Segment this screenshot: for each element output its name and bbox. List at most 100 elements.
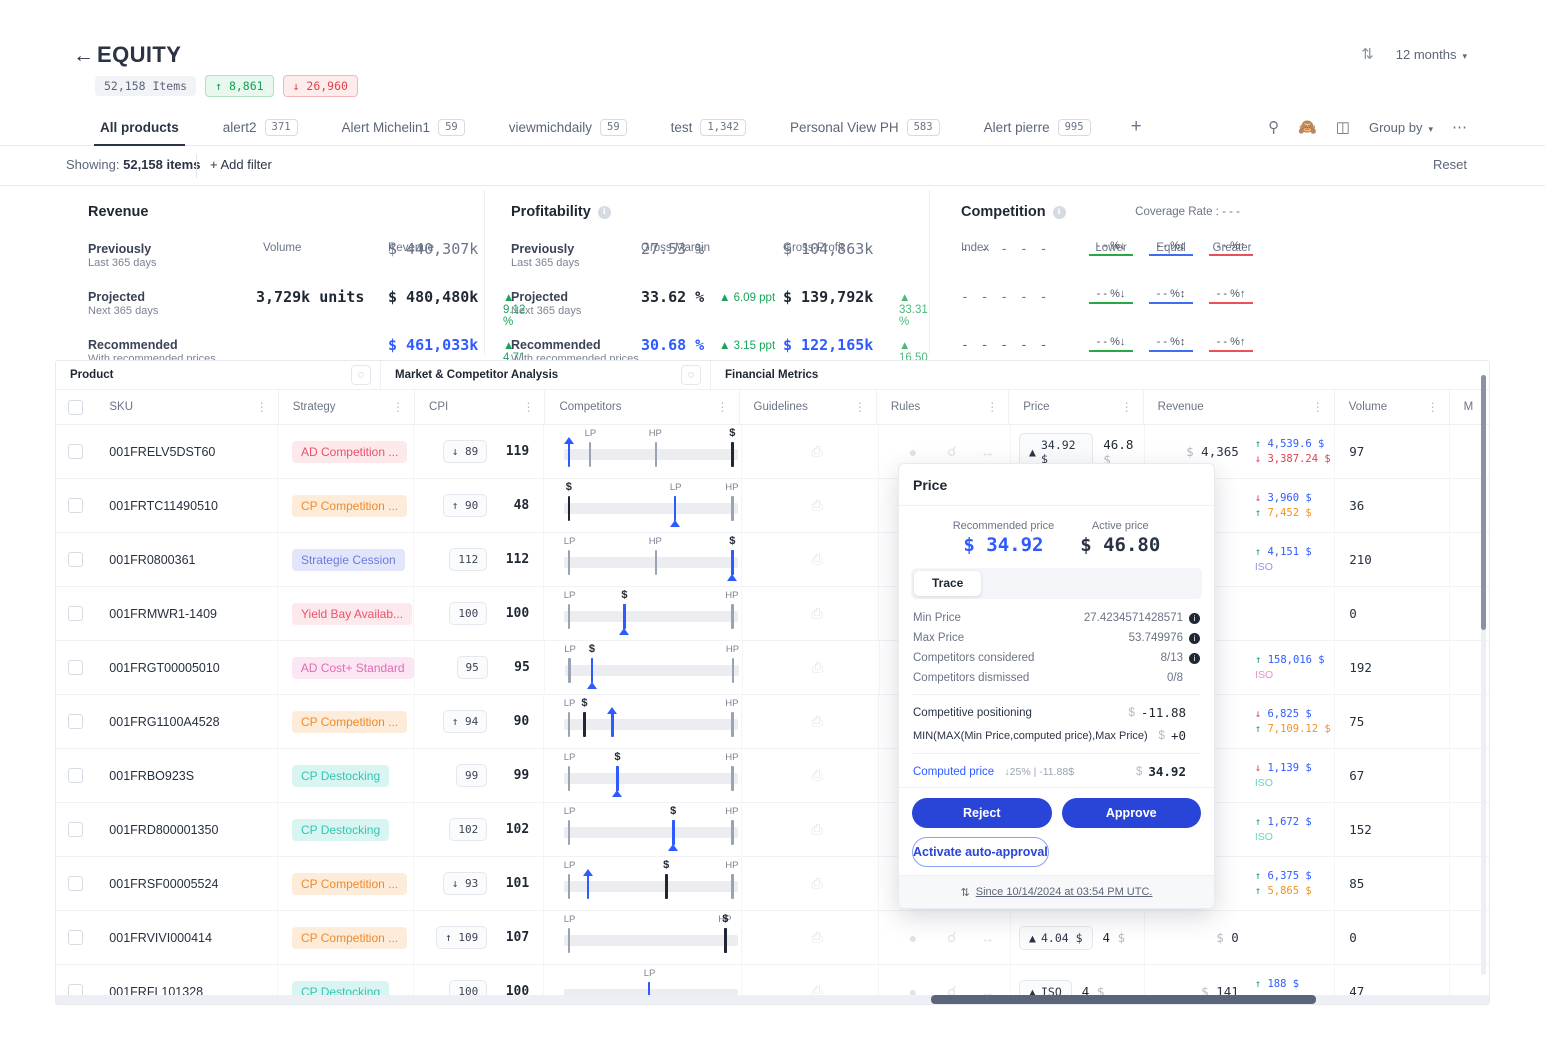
back-arrow-icon[interactable]: ← bbox=[73, 44, 94, 68]
title-dropdown-caret[interactable]: ▾ bbox=[172, 48, 178, 61]
reset-filters-button[interactable]: Reset bbox=[1433, 157, 1467, 172]
vertical-scrollbar[interactable] bbox=[1481, 375, 1486, 975]
col-price[interactable]: Price ⋮ bbox=[1009, 390, 1144, 424]
row-select-cell[interactable] bbox=[56, 587, 95, 641]
tab-all-products[interactable]: All products bbox=[78, 108, 201, 146]
tab-alert-michelin1[interactable]: Alert Michelin1 59 bbox=[320, 108, 487, 146]
table-row[interactable]: 001FRTC11490510 CP Competition ... ↑ 90 4… bbox=[56, 478, 1489, 533]
last-updated-text[interactable]: Since 10/14/2024 at 03:54 PM UTC. bbox=[976, 886, 1153, 898]
row-select-cell[interactable] bbox=[56, 695, 95, 749]
cpi-badge[interactable]: ↓ 93 bbox=[442, 872, 488, 895]
column-menu-icon[interactable]: ⋮ bbox=[986, 400, 998, 414]
eye-off-icon[interactable]: ◌ bbox=[681, 365, 701, 385]
strategy-badge[interactable]: CP Destocking bbox=[291, 764, 390, 787]
info-icon[interactable]: i bbox=[1189, 632, 1200, 644]
row-checkbox[interactable] bbox=[68, 768, 83, 783]
group-by-button[interactable]: Group by ▾ bbox=[1369, 120, 1433, 135]
cell-competitors[interactable]: LP HP $ bbox=[544, 478, 743, 533]
table-row[interactable]: 001FRVIVI000414 CP Competition ... ↑ 109 … bbox=[56, 910, 1489, 965]
column-menu-icon[interactable]: ⋮ bbox=[854, 400, 866, 414]
cell-guidelines[interactable]: ⎙ bbox=[742, 586, 880, 641]
approve-button[interactable]: Approve bbox=[1061, 798, 1201, 828]
range-icon[interactable]: ↔ bbox=[980, 444, 994, 460]
strategy-badge[interactable]: CP Competition ... bbox=[291, 710, 408, 733]
clipboard-icon[interactable]: ⎙ bbox=[812, 605, 823, 622]
clipboard-icon[interactable]: ⎙ bbox=[812, 767, 823, 784]
col-competitors[interactable]: Competitors ⋮ bbox=[545, 390, 740, 424]
table-row[interactable]: 001FRMWR1-1409 Yield Bay Availab... 100 1… bbox=[56, 586, 1489, 641]
tab-test[interactable]: test 1,342 bbox=[649, 108, 768, 146]
clipboard-icon[interactable]: ⎙ bbox=[812, 443, 823, 460]
col-sku[interactable]: SKU ⋮ bbox=[95, 390, 279, 424]
row-checkbox[interactable] bbox=[68, 552, 83, 567]
strategy-badge[interactable]: CP Competition ... bbox=[291, 494, 408, 517]
range-icon[interactable]: ↔ bbox=[980, 930, 994, 946]
clipboard-icon[interactable]: ⎙ bbox=[812, 821, 823, 838]
clipboard-icon[interactable]: ⎙ bbox=[812, 497, 823, 514]
row-select-cell[interactable] bbox=[56, 803, 95, 857]
cell-guidelines[interactable]: ⎙ bbox=[742, 425, 880, 479]
table-row[interactable]: 001FRSF00005524 CP Competition ... ↓ 93 1… bbox=[56, 856, 1489, 911]
cell-guidelines[interactable]: ⎙ bbox=[743, 640, 880, 695]
col-guidelines[interactable]: Guidelines ⋮ bbox=[740, 390, 877, 424]
row-checkbox[interactable] bbox=[68, 606, 83, 621]
period-selector[interactable]: 12 months ▾ bbox=[1396, 47, 1467, 62]
cell-guidelines[interactable]: ⎙ bbox=[742, 532, 880, 587]
strategy-badge[interactable]: Yield Bay Availab... bbox=[291, 602, 413, 625]
info-icon[interactable]: i bbox=[597, 205, 611, 219]
cell-competitors[interactable]: LP HP $ bbox=[544, 586, 743, 641]
horizontal-scrollbar[interactable] bbox=[56, 995, 1489, 1004]
cpi-badge[interactable]: ↑ 94 bbox=[442, 710, 488, 733]
column-menu-icon[interactable]: ⋮ bbox=[392, 400, 404, 414]
cell-guidelines[interactable]: ⎙ bbox=[742, 856, 880, 911]
activate-auto-approval-button[interactable]: Activate auto-approval bbox=[912, 837, 1049, 867]
add-tab-button[interactable]: + bbox=[1113, 116, 1160, 138]
refresh-icon[interactable]: ⇅ bbox=[1361, 45, 1374, 63]
columns-icon[interactable]: ◫ bbox=[1336, 118, 1350, 136]
column-menu-icon[interactable]: ⋮ bbox=[256, 400, 268, 414]
strategy-badge[interactable]: AD Cost+ Standard bbox=[291, 656, 414, 679]
clipboard-icon[interactable]: ⎙ bbox=[812, 551, 823, 568]
tab-viewmichdaily[interactable]: viewmichdaily 59 bbox=[487, 108, 649, 146]
cell-guidelines[interactable]: ⎙ bbox=[742, 802, 880, 857]
row-checkbox[interactable] bbox=[68, 660, 83, 675]
row-checkbox[interactable] bbox=[68, 714, 83, 729]
cell-guidelines[interactable]: ⎙ bbox=[742, 694, 880, 749]
row-checkbox[interactable] bbox=[68, 822, 83, 837]
search-icon[interactable]: ⚲ bbox=[1268, 118, 1279, 136]
cell-competitors[interactable]: LP HP $ bbox=[544, 694, 743, 749]
column-menu-icon[interactable]: ⋮ bbox=[1312, 400, 1324, 414]
vertical-scroll-thumb[interactable] bbox=[1481, 375, 1486, 630]
cpi-badge[interactable]: 100 bbox=[449, 602, 488, 625]
row-select-cell[interactable] bbox=[56, 479, 95, 533]
tab-alert-pierre[interactable]: Alert pierre 995 bbox=[962, 108, 1113, 146]
add-filter-button[interactable]: + Add filter bbox=[210, 157, 272, 172]
strategy-badge[interactable]: AD Competition ... bbox=[291, 440, 408, 463]
clipboard-icon[interactable]: ⎙ bbox=[812, 929, 823, 946]
table-row[interactable]: 001FRELV5DST60 AD Competition ... ↓ 89 11… bbox=[56, 425, 1489, 479]
cpi-badge[interactable]: 102 bbox=[449, 818, 488, 841]
cell-rules[interactable]: ● ☌ ↔ bbox=[879, 910, 1012, 965]
row-checkbox[interactable] bbox=[68, 444, 83, 459]
cpi-badge[interactable]: ↓ 89 bbox=[442, 440, 488, 463]
cell-price[interactable]: ▲ 4.04 $ 4 $ bbox=[1011, 910, 1145, 965]
cell-competitors[interactable]: LP HP $ bbox=[544, 532, 743, 587]
row-checkbox[interactable] bbox=[68, 930, 83, 945]
cpi-badge[interactable]: 95 bbox=[456, 656, 488, 679]
cpi-badge[interactable]: 99 bbox=[455, 764, 488, 787]
table-row[interactable]: 001FRD800001350 CP Destocking 102 102 LP H… bbox=[56, 802, 1489, 857]
eye-off-icon[interactable]: 🙈 bbox=[1298, 118, 1317, 136]
cell-competitors[interactable]: LP HP $ bbox=[544, 910, 743, 965]
eye-off-icon[interactable]: ◌ bbox=[351, 365, 371, 385]
clipboard-icon[interactable]: ⎙ bbox=[812, 659, 823, 676]
reject-button[interactable]: Reject bbox=[912, 798, 1052, 828]
table-row[interactable]: 001FRBO923SCP Destocking 99 99 LPHP$⎙● ↓… bbox=[56, 748, 1489, 803]
row-select-cell[interactable] bbox=[56, 533, 95, 587]
cell-competitors[interactable]: LP HP $ bbox=[544, 856, 743, 911]
cell-guidelines[interactable]: ⎙ bbox=[742, 748, 880, 803]
cpi-badge[interactable]: ↑ 109 bbox=[436, 926, 488, 949]
cell-competitors[interactable]: LP HP $ bbox=[544, 748, 743, 803]
column-menu-icon[interactable]: ⋮ bbox=[1427, 400, 1439, 414]
strategy-badge[interactable]: CP Competition ... bbox=[291, 926, 408, 949]
cell-competitors[interactable]: LP HP $ bbox=[544, 802, 743, 857]
